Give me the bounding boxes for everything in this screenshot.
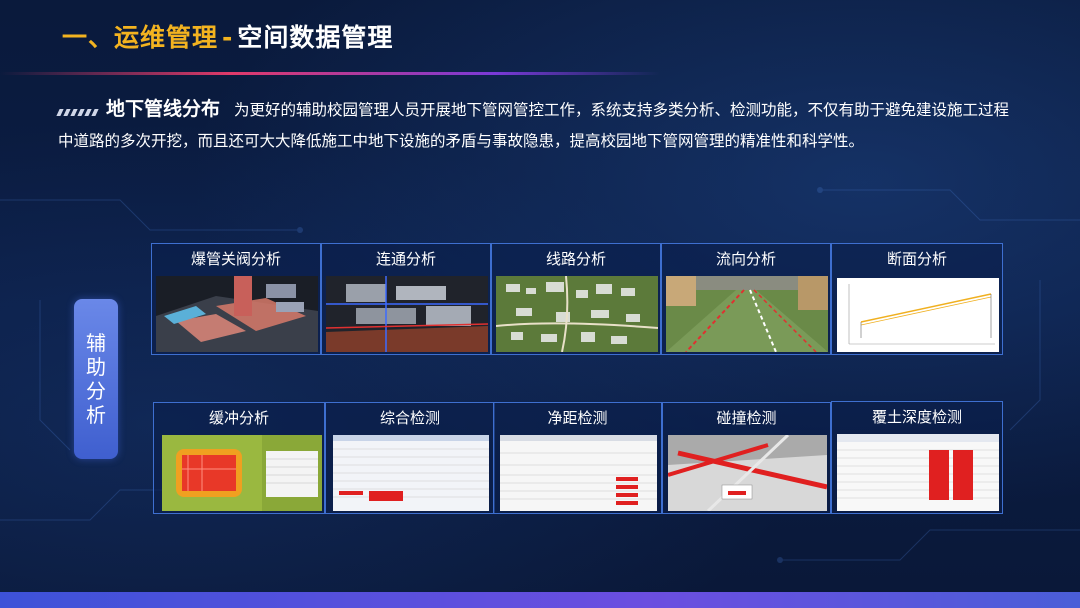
side-label-char: 辅 [86, 331, 106, 355]
side-label-assist-analysis: 辅 助 分 析 [74, 299, 118, 459]
card-label: 线路分析 [545, 250, 606, 268]
card-label: 爆管关阀分析 [190, 250, 281, 268]
page-title: 一、运维管理 - 空间数据管理 [62, 18, 393, 54]
title-main: 一、运维管理 [62, 23, 219, 52]
route-map-thumbnail [496, 276, 658, 352]
card-buffer-analysis[interactable]: 缓冲分析 [153, 402, 325, 514]
card-label: 净距检测 [547, 409, 608, 427]
cover-depth-table-thumbnail [837, 434, 999, 511]
title-underline [0, 72, 660, 75]
bottom-bar [0, 592, 1080, 608]
composite-check-table-thumbnail [333, 435, 489, 511]
card-label: 碰撞检测 [716, 409, 777, 427]
intro-paragraph: 地下管线分布 为更好的辅助校园管理人员开展地下管网管控工作，系统支持多类分析、检测… [56, 94, 1018, 156]
card-clearance-check[interactable]: 净距检测 [493, 402, 662, 514]
card-cross-section-analysis[interactable]: 断面分析 [831, 243, 1003, 355]
card-label: 断面分析 [886, 250, 947, 268]
buffer-zone-thumbnail [162, 435, 322, 511]
card-composite-check[interactable]: 综合检测 [325, 402, 495, 514]
side-label-char: 助 [86, 355, 106, 379]
intro-heading: 地下管线分布 [106, 98, 221, 120]
dash-decoration-icon [56, 96, 100, 126]
card-label: 综合检测 [379, 409, 440, 427]
card-flow-direction-analysis[interactable]: 流向分析 [661, 243, 831, 355]
title-sub: 空间数据管理 [237, 23, 394, 52]
clearance-check-table-thumbnail [500, 435, 657, 511]
card-cover-depth-check[interactable]: 覆土深度检测 [831, 401, 1003, 514]
collision-3d-thumbnail [668, 435, 827, 511]
card-label: 缓冲分析 [208, 409, 269, 427]
side-label-char: 析 [86, 403, 106, 427]
side-label-char: 分 [86, 379, 106, 403]
pipe-burst-3d-thumbnail [156, 276, 318, 352]
connectivity-3d-thumbnail [326, 276, 488, 352]
cross-section-chart-thumbnail [837, 278, 999, 352]
card-collision-check[interactable]: 碰撞检测 [662, 402, 831, 514]
card-pipe-burst-analysis[interactable]: 爆管关阀分析 [151, 243, 321, 355]
card-route-analysis[interactable]: 线路分析 [491, 243, 661, 355]
card-connectivity-analysis[interactable]: 连通分析 [321, 243, 491, 355]
title-separator: - [222, 23, 234, 52]
card-label: 连通分析 [375, 250, 436, 268]
flow-direction-thumbnail [666, 276, 828, 352]
card-label: 流向分析 [715, 250, 776, 268]
card-label: 覆土深度检测 [871, 408, 962, 426]
